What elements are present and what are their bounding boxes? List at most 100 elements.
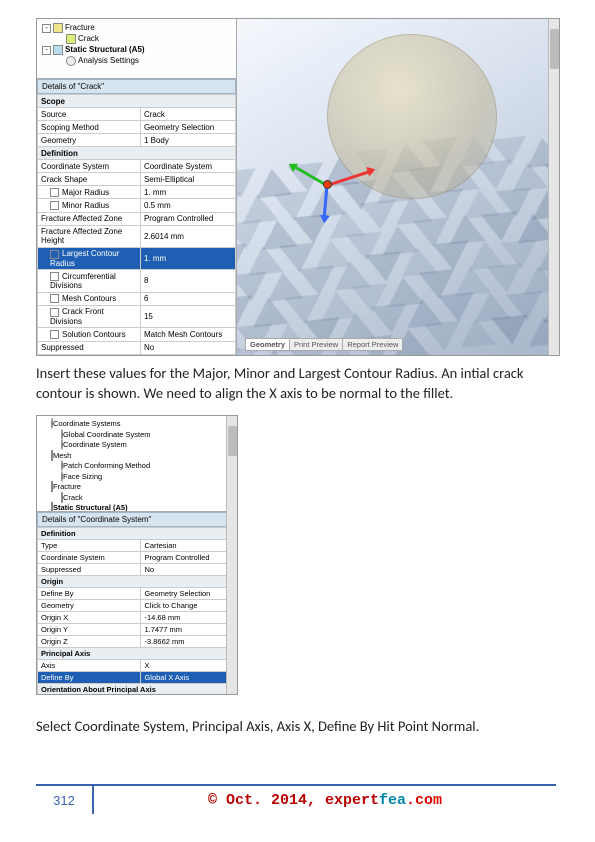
checkbox-icon[interactable] bbox=[50, 188, 59, 197]
tree-label[interactable]: Static Structural (A5) bbox=[53, 503, 128, 512]
prop-value[interactable]: Geometry Selection bbox=[141, 588, 237, 600]
category-header: Buffer Zone Scale Factors bbox=[38, 354, 236, 355]
viewport-3d[interactable]: GeometryPrint PreviewReport Preview bbox=[237, 19, 559, 355]
copyright: © Oct. 2014, expertfea.com bbox=[94, 792, 556, 809]
prop-value[interactable]: Click to Change bbox=[141, 600, 237, 612]
prop-key[interactable]: Source bbox=[38, 108, 141, 121]
coord-properties-table: DefinitionTypeCartesianCoordinate System… bbox=[37, 527, 237, 694]
prop-value[interactable]: Geometry Selection bbox=[140, 121, 235, 134]
prop-key[interactable]: Crack Front Divisions bbox=[38, 305, 141, 327]
details-header: Details of "Crack" bbox=[37, 79, 236, 94]
prop-key[interactable]: Suppressed bbox=[38, 564, 141, 576]
prop-value[interactable]: Crack bbox=[140, 108, 235, 121]
tree-label[interactable]: Fracture bbox=[53, 482, 81, 491]
prop-key[interactable]: Geometry bbox=[38, 134, 141, 147]
prop-value[interactable]: -3.8662 mm bbox=[141, 636, 237, 648]
prop-value[interactable]: Cartesian bbox=[141, 540, 237, 552]
page-number: 312 bbox=[36, 786, 94, 814]
prop-value[interactable]: 1. mm bbox=[140, 186, 235, 199]
prop-value[interactable]: X bbox=[141, 660, 237, 672]
tree-collapse-icon[interactable]: - bbox=[42, 46, 51, 55]
prop-key[interactable]: Scoping Method bbox=[38, 121, 141, 134]
prop-key[interactable]: Geometry bbox=[38, 600, 141, 612]
prop-key[interactable]: Minor Radius bbox=[38, 199, 141, 212]
checkbox-icon[interactable] bbox=[50, 250, 59, 259]
viewport-tabs: GeometryPrint PreviewReport Preview bbox=[245, 338, 402, 351]
tree-label[interactable]: Global Coordinate System bbox=[63, 430, 151, 439]
coord-system-panel: Coordinate Systems Global Coordinate Syst… bbox=[36, 415, 238, 695]
page-footer: 312 © Oct. 2014, expertfea.com bbox=[36, 784, 556, 814]
checkbox-icon[interactable] bbox=[50, 201, 59, 210]
prop-value[interactable]: Coordinate System bbox=[140, 160, 235, 173]
prop-key[interactable]: Coordinate System bbox=[38, 160, 141, 173]
tree-label[interactable]: Fracture bbox=[65, 23, 95, 32]
prop-value[interactable]: 6 bbox=[140, 292, 235, 305]
tab-report-preview[interactable]: Report Preview bbox=[342, 338, 403, 351]
prop-key[interactable]: Crack Shape bbox=[38, 173, 141, 186]
prop-key[interactable]: Define By bbox=[38, 588, 141, 600]
crack-left-col: -Fracture Crack -Static Structural (A5) … bbox=[37, 19, 237, 355]
prop-value[interactable]: Match Mesh Contours bbox=[140, 328, 235, 341]
fracture-icon bbox=[53, 23, 63, 33]
tree-label[interactable]: Crack bbox=[63, 493, 83, 502]
prop-key[interactable]: Axis bbox=[38, 660, 141, 672]
scrollbar[interactable] bbox=[548, 19, 559, 355]
crack-properties-table: ScopeSourceCrackScoping MethodGeometry S… bbox=[37, 94, 236, 355]
prop-key[interactable]: Fracture Affected Zone bbox=[38, 212, 141, 225]
prop-key[interactable]: Fracture Affected Zone Height bbox=[38, 225, 141, 247]
prop-key[interactable]: Mesh Contours bbox=[38, 292, 141, 305]
instruction-text-1: Insert these values for the Major, Minor… bbox=[36, 363, 556, 404]
tree-collapse-icon[interactable]: - bbox=[42, 24, 51, 33]
checkbox-icon[interactable] bbox=[50, 272, 59, 281]
prop-value[interactable]: 2.6014 mm bbox=[140, 225, 235, 247]
checkbox-icon[interactable] bbox=[50, 294, 59, 303]
prop-key[interactable]: Suppressed bbox=[38, 341, 141, 354]
prop-value[interactable]: -14.68 mm bbox=[141, 612, 237, 624]
prop-key[interactable]: Circumferential Divisions bbox=[38, 270, 141, 292]
details-header: Details of "Coordinate System" bbox=[37, 512, 237, 527]
scrollbar[interactable] bbox=[226, 416, 237, 694]
settings-icon bbox=[66, 56, 76, 66]
tree-label[interactable]: Patch Conforming Method bbox=[63, 461, 150, 470]
outline-tree-1[interactable]: -Fracture Crack -Static Structural (A5) … bbox=[37, 19, 236, 79]
tree-label[interactable]: Face Sizing bbox=[63, 472, 102, 481]
prop-value[interactable]: Program Controlled bbox=[141, 552, 237, 564]
tree-label[interactable]: Analysis Settings bbox=[78, 56, 139, 65]
tree-label[interactable]: Static Structural (A5) bbox=[65, 45, 145, 54]
prop-value[interactable]: 15 bbox=[140, 305, 235, 327]
prop-value[interactable]: 1.7477 mm bbox=[141, 624, 237, 636]
prop-value[interactable]: Global X Axis bbox=[141, 672, 237, 684]
prop-value[interactable]: No bbox=[140, 341, 235, 354]
prop-key[interactable]: Largest Contour Radius bbox=[38, 247, 141, 269]
prop-key[interactable]: Solution Contours bbox=[38, 328, 141, 341]
prop-key[interactable]: Type bbox=[38, 540, 141, 552]
prop-key[interactable]: Origin Y bbox=[38, 624, 141, 636]
prop-value[interactable]: No bbox=[141, 564, 237, 576]
checkbox-icon[interactable] bbox=[50, 330, 59, 339]
prop-value[interactable]: Program Controlled bbox=[140, 212, 235, 225]
tree-label[interactable]: Crack bbox=[78, 34, 99, 43]
prop-value[interactable]: 1 Body bbox=[140, 134, 235, 147]
category-header: Principal Axis bbox=[38, 648, 237, 660]
tree-label[interactable]: Coordinate Systems bbox=[53, 419, 121, 428]
prop-value[interactable]: 1. mm bbox=[140, 247, 235, 269]
category-header: Scope bbox=[38, 95, 236, 108]
coordinate-triad bbox=[327, 184, 407, 264]
instruction-text-2: Select Coordinate System, Principal Axis… bbox=[36, 716, 556, 736]
prop-key[interactable]: Origin X bbox=[38, 612, 141, 624]
category-header: Origin bbox=[38, 576, 237, 588]
checkbox-icon[interactable] bbox=[50, 308, 59, 317]
prop-key[interactable]: Coordinate System bbox=[38, 552, 141, 564]
tab-print-preview[interactable]: Print Preview bbox=[289, 338, 343, 351]
prop-key[interactable]: Origin Z bbox=[38, 636, 141, 648]
tree-label[interactable]: Mesh bbox=[53, 451, 71, 460]
prop-key[interactable]: Define By bbox=[38, 672, 141, 684]
outline-tree-2[interactable]: Coordinate Systems Global Coordinate Syst… bbox=[37, 416, 237, 512]
tree-label[interactable]: Coordinate System bbox=[63, 440, 127, 449]
prop-value[interactable]: Semi-Elliptical bbox=[140, 173, 235, 186]
prop-key[interactable]: Major Radius bbox=[38, 186, 141, 199]
tab-geometry[interactable]: Geometry bbox=[245, 338, 290, 351]
prop-value[interactable]: 8 bbox=[140, 270, 235, 292]
prop-value[interactable]: 0.5 mm bbox=[140, 199, 235, 212]
origin-icon bbox=[323, 180, 332, 189]
